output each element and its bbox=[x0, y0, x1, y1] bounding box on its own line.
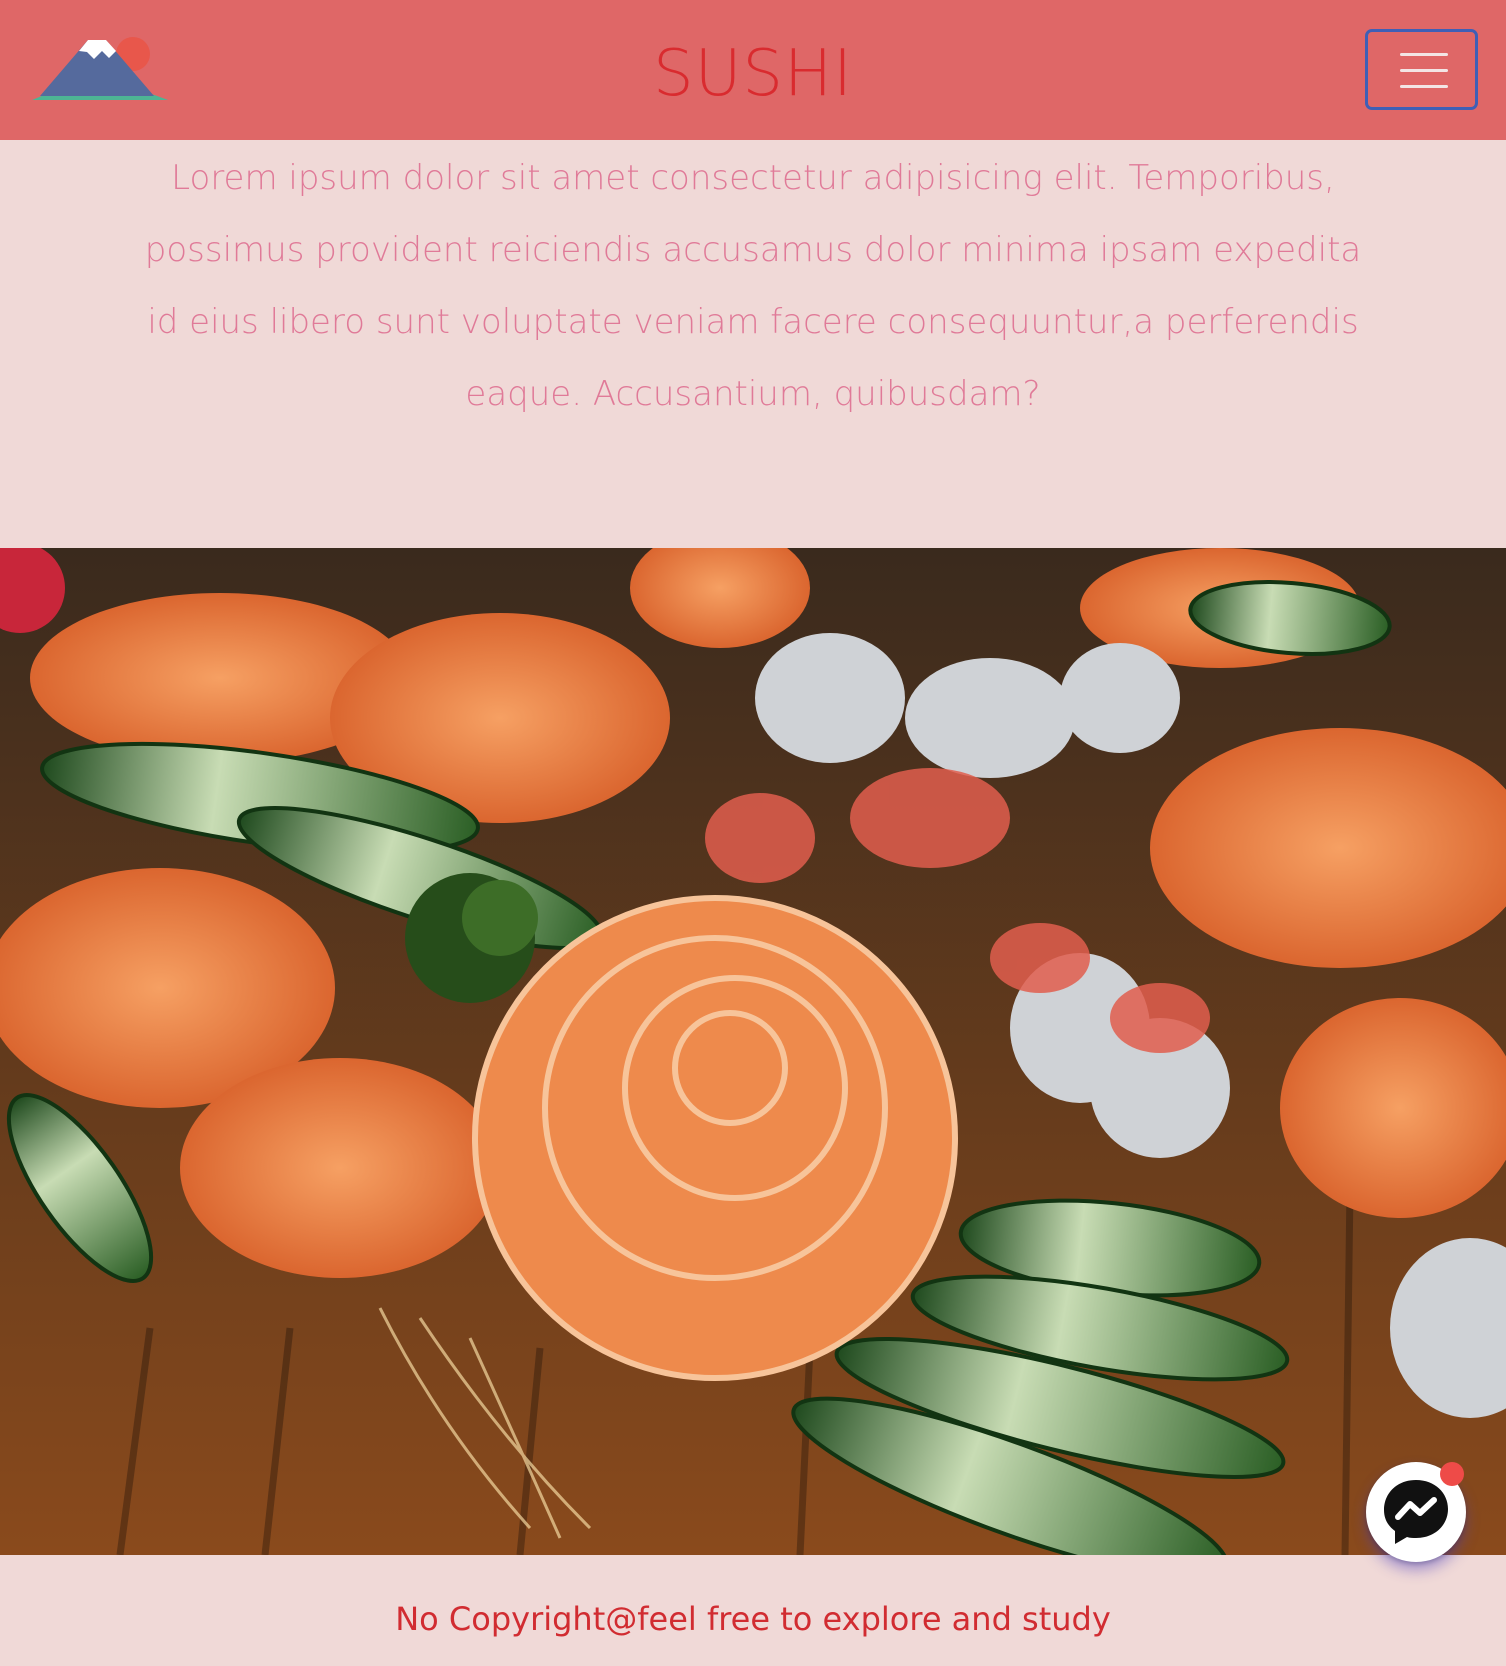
hamburger-menu-icon bbox=[1400, 53, 1448, 56]
notification-badge bbox=[1440, 1462, 1464, 1486]
footer-copyright-text: No Copyright@feel free to explore and st… bbox=[395, 1600, 1111, 1638]
intro-paragraph: Lorem ipsum dolor sit amet consectetur a… bbox=[144, 158, 1362, 414]
sushi-platter-image bbox=[0, 548, 1506, 1555]
menu-toggle-button[interactable] bbox=[1365, 29, 1478, 110]
hamburger-menu-icon-line bbox=[1400, 69, 1448, 72]
site-header: SUSHI bbox=[0, 0, 1506, 140]
site-title: SUSHI bbox=[652, 37, 854, 111]
hamburger-menu-icon-line bbox=[1400, 85, 1448, 88]
